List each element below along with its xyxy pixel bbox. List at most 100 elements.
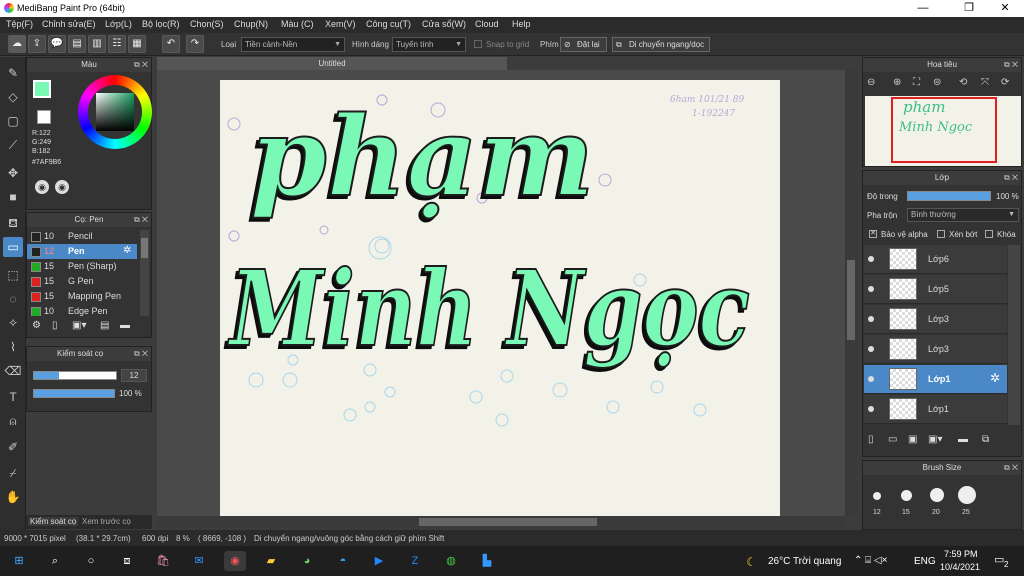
photos-icon[interactable]: ▙: [476, 551, 498, 571]
menu-view[interactable]: Xem(V): [325, 19, 356, 29]
panel-close-icon[interactable]: ⧉ ✕: [134, 58, 148, 72]
palette-icon[interactable]: ◉: [35, 180, 49, 194]
new-layer-2-icon[interactable]: ▭: [888, 434, 897, 445]
zoom-out-icon[interactable]: ⊖: [867, 77, 875, 88]
layer-scrollbar[interactable]: [1008, 245, 1020, 425]
layer-row[interactable]: Lớp3: [864, 305, 1007, 334]
language-indicator[interactable]: ENG: [914, 556, 936, 567]
fill-rect-tool-icon[interactable]: ■: [3, 187, 23, 207]
canvas-hscrollbar[interactable]: [157, 516, 845, 528]
panel-close-icon[interactable]: ⧉ ✕: [1004, 171, 1018, 185]
clock-date[interactable]: 10/4/2021: [940, 562, 980, 572]
brush-copy-icon[interactable]: ▤: [100, 320, 109, 331]
visibility-icon[interactable]: [868, 286, 874, 292]
select-eraser-icon[interactable]: ⌫: [3, 361, 23, 381]
dot-tool-icon[interactable]: ⟋: [3, 135, 23, 155]
clipping-checkbox[interactable]: [937, 230, 945, 238]
select-pen-icon[interactable]: ⌇: [3, 337, 23, 357]
app-green-icon[interactable]: ◕: [296, 551, 318, 571]
restore-button[interactable]: ❐: [952, 0, 986, 17]
rect-tool-icon[interactable]: ▢: [3, 111, 23, 131]
add-brush-icon[interactable]: ⚙: [32, 320, 41, 331]
cortana-icon[interactable]: ○: [80, 551, 102, 571]
windows-start-icon[interactable]: ⊞: [8, 551, 30, 571]
move-button[interactable]: ⧉ Di chuyển ngang/dọc: [612, 37, 710, 52]
gear-icon[interactable]: ✲: [123, 245, 131, 256]
panel-close-icon[interactable]: ⧉ ✕: [134, 347, 148, 361]
foreground-swatch[interactable]: [33, 80, 51, 98]
rotate-left-icon[interactable]: ⟲: [959, 77, 967, 88]
zoom-in-icon[interactable]: ⊕: [893, 77, 901, 88]
background-swatch[interactable]: [37, 110, 51, 124]
size-slider[interactable]: [33, 371, 117, 380]
duplicate-layer-icon[interactable]: ▣: [908, 434, 917, 445]
medibang-icon[interactable]: ◉: [224, 551, 246, 571]
menu-color[interactable]: Màu (C): [281, 19, 314, 29]
merge-icon[interactable]: ⧉: [982, 434, 989, 445]
layer-opacity-slider[interactable]: [907, 191, 991, 201]
hscroll-thumb[interactable]: [419, 518, 597, 526]
snap-checkbox[interactable]: [474, 40, 482, 48]
eraser-tool-icon[interactable]: ◇: [3, 87, 23, 107]
page-icon[interactable]: ▥: [88, 35, 106, 53]
menu-layer[interactable]: Lớp(L): [105, 19, 132, 29]
list-icon[interactable]: ☷: [108, 35, 126, 53]
brush-item[interactable]: 15 Pen (Sharp): [27, 259, 137, 274]
lasso-tool-icon[interactable]: ◌: [3, 289, 23, 309]
gear-icon[interactable]: ✲: [990, 371, 1000, 385]
brush-item[interactable]: 10 Edge Pen: [27, 304, 137, 316]
vscroll-thumb[interactable]: [847, 260, 855, 340]
brush-item[interactable]: 15 Mapping Pen: [27, 289, 137, 304]
fit-icon[interactable]: ⛶: [913, 77, 920, 88]
chat-icon[interactable]: ▤: [68, 35, 86, 53]
layer-row[interactable]: Lớp6: [864, 245, 1007, 274]
move-tool-icon[interactable]: ✥: [3, 163, 23, 183]
brush-item-selected[interactable]: 12 Pen ✲: [27, 244, 137, 259]
palette-add-icon[interactable]: ◉: [55, 180, 69, 194]
panel-close-icon[interactable]: ⧉ ✕: [134, 213, 148, 227]
size-dot[interactable]: [873, 492, 881, 500]
menu-filter[interactable]: Bộ lọc(R): [142, 19, 180, 29]
magic-wand-icon[interactable]: ✧: [3, 313, 23, 333]
visibility-icon[interactable]: [868, 406, 874, 412]
alpha-lock-checkbox[interactable]: ✕: [869, 230, 877, 238]
task-view-icon[interactable]: ⧈: [116, 551, 138, 571]
panel-close-icon[interactable]: ⧉ ✕: [1004, 58, 1018, 72]
search-icon[interactable]: ⌕: [44, 551, 66, 571]
opacity-slider[interactable]: [33, 389, 115, 398]
visibility-icon[interactable]: [868, 346, 874, 352]
undo-icon[interactable]: ↶: [162, 35, 180, 53]
type-select[interactable]: Tiền cảnh-Nền ▼: [241, 37, 345, 52]
reset-button[interactable]: ⊘ Đặt lại: [560, 37, 607, 52]
mail-icon[interactable]: ✉: [188, 551, 210, 571]
clock-time[interactable]: 7:59 PM: [944, 549, 978, 559]
bucket-tool-icon[interactable]: ⛾: [3, 213, 23, 233]
zalo-icon[interactable]: Z: [404, 551, 426, 571]
minimize-button[interactable]: —: [906, 0, 940, 17]
notification-icon[interactable]: ▭: [994, 553, 1004, 566]
layer-menu-icon[interactable]: ▣▾: [928, 434, 942, 445]
size-value[interactable]: 12: [121, 369, 147, 382]
new-layer-icon[interactable]: ▯: [868, 434, 874, 445]
lock-checkbox[interactable]: [985, 230, 993, 238]
menu-help[interactable]: Help: [512, 19, 531, 29]
visibility-icon[interactable]: [868, 376, 874, 382]
layer-row-selected[interactable]: Lớp1 ✲: [864, 365, 1007, 394]
weather-text[interactable]: 26°C Trời quang: [768, 556, 841, 567]
hand-tool-icon[interactable]: ✋: [3, 487, 23, 507]
menu-tools[interactable]: Công cụ(T): [366, 19, 411, 29]
menu-select[interactable]: Chọn(S): [190, 19, 224, 29]
rotate-right-icon[interactable]: ⟳: [1001, 77, 1009, 88]
edge-icon[interactable]: ◓: [332, 551, 354, 571]
size-dot[interactable]: [930, 488, 944, 502]
brush-item[interactable]: 10 Pencil: [27, 229, 137, 244]
comment-icon[interactable]: 💬: [48, 35, 66, 53]
menu-edit[interactable]: Chỉnh sửa(E): [42, 19, 96, 29]
shape-select[interactable]: Tuyến tính ▼: [392, 37, 466, 52]
brush-menu-icon[interactable]: ▣▾: [72, 320, 86, 331]
blend-select[interactable]: Bình thường ▼: [907, 208, 1019, 222]
layer-row[interactable]: Lớp3: [864, 335, 1007, 364]
menu-cloud[interactable]: Cloud: [475, 19, 499, 29]
size-dot[interactable]: [901, 490, 912, 501]
layer-row[interactable]: Lớp1: [864, 395, 1007, 424]
